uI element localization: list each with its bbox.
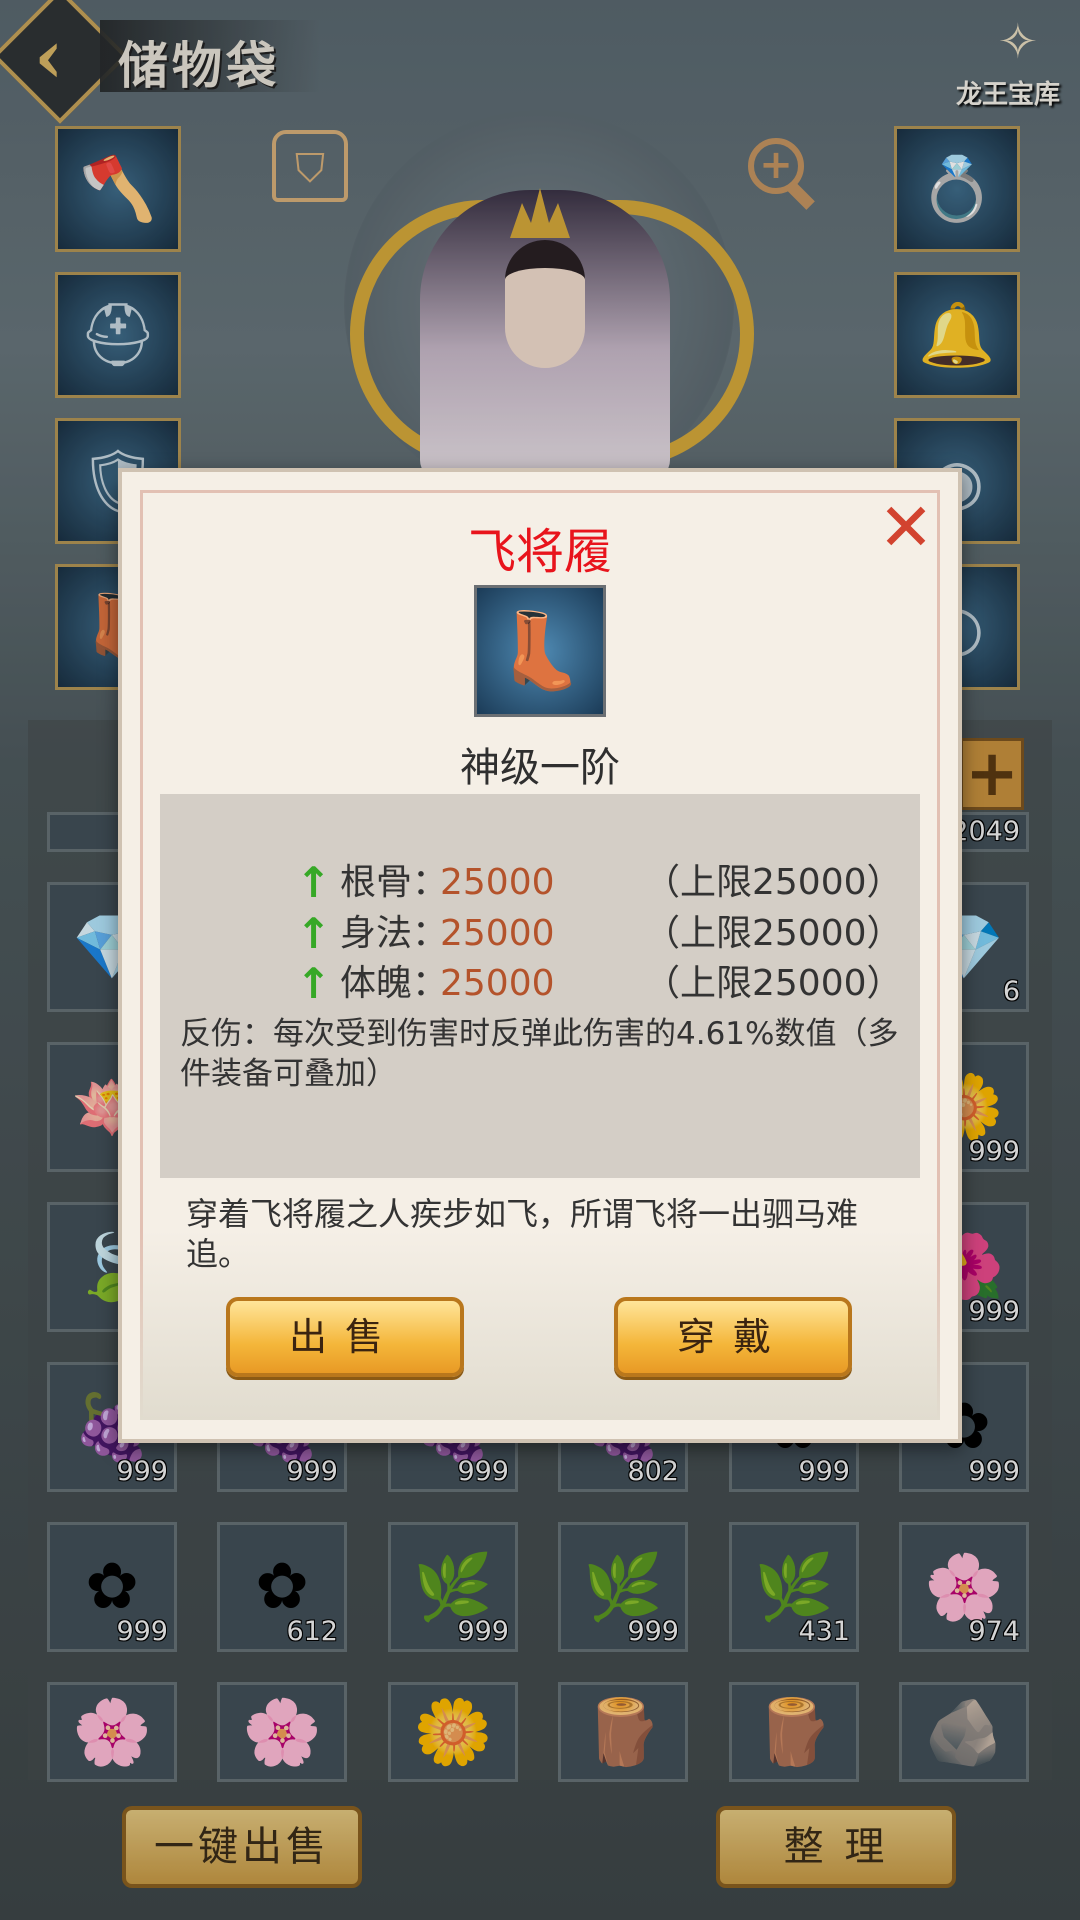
stat-label: 体魄： xyxy=(340,963,449,1004)
boots-icon: 👢 xyxy=(493,607,587,694)
stat-row: ↑ 体魄： 25000 （上限25000） xyxy=(160,959,920,1009)
up-arrow-icon: ↑ xyxy=(296,909,332,958)
item-grade: 神级一阶 xyxy=(460,745,620,791)
stat-row: ↑ 身法： 25000 （上限25000） xyxy=(160,909,920,959)
stat-label: 身法： xyxy=(340,913,449,954)
up-arrow-icon: ↑ xyxy=(296,959,332,1008)
item-description: 穿着飞将履之人疾步如飞，所谓飞将一出驷马难追。 xyxy=(186,1195,859,1273)
stat-value: 25000 xyxy=(440,862,555,903)
item-name: 飞将履 xyxy=(467,524,612,580)
stat-label: 根骨： xyxy=(340,862,449,903)
item-effect: 反伤：每次受到伤害时反弹此伤害的4.61%数值（多件装备可叠加） xyxy=(180,1016,899,1092)
stat-cap: （上限25000） xyxy=(644,862,903,903)
stat-row: ↑ 根骨： 25000 （上限25000） xyxy=(160,858,920,908)
item-icon-frame: 👢 xyxy=(474,585,606,717)
stat-value: 25000 xyxy=(440,963,555,1004)
stat-cap: （上限25000） xyxy=(644,913,903,954)
up-arrow-icon: ↑ xyxy=(296,858,332,907)
stat-value: 25000 xyxy=(440,913,555,954)
stat-cap: （上限25000） xyxy=(644,963,903,1004)
sell-button[interactable]: 出售 xyxy=(226,1297,464,1377)
close-icon[interactable]: ✕ xyxy=(876,495,936,561)
equip-button[interactable]: 穿戴 xyxy=(614,1297,852,1377)
